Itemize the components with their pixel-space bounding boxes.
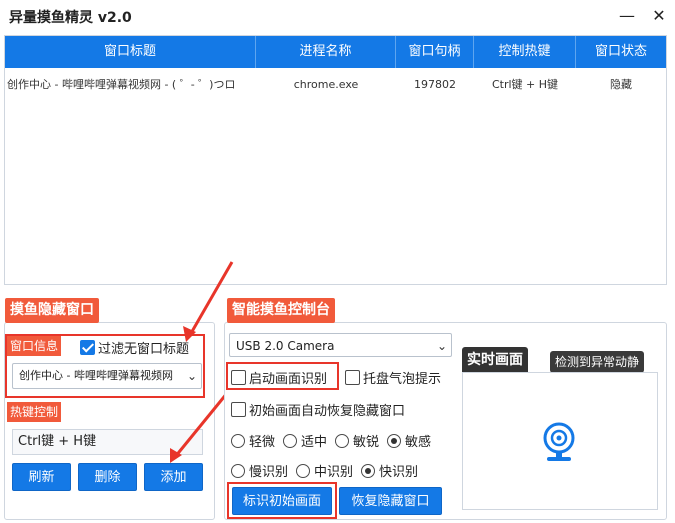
restore-hidden-button[interactable]: 恢复隐藏窗口 (339, 487, 442, 515)
radio-icon[interactable] (335, 433, 350, 448)
cell-window-handle: 197802 (414, 78, 456, 91)
auto-restore-checkbox[interactable]: 初始画面自动恢复隐藏窗口 (231, 400, 405, 419)
speed-option[interactable]: 快识别 (361, 461, 418, 480)
table-row[interactable]: 创作中心 - 哔哩哔哩弹幕视频网 - ( ゜- ゜)つロ chrome.exe … (5, 68, 666, 102)
tray-bubble-checkbox[interactable]: 托盘气泡提示 (345, 368, 441, 387)
add-button[interactable]: 添加 (144, 463, 203, 491)
tray-bubble-label: 托盘气泡提示 (363, 372, 442, 387)
cell-process-name: chrome.exe (293, 78, 359, 91)
motion-detected-label: 检测到异常动静 (550, 351, 645, 373)
sensitivity-option[interactable]: 适中 (283, 431, 327, 450)
cell-status: 隐藏 (610, 78, 632, 91)
close-button[interactable]: ✕ (644, 4, 674, 28)
column-header-title[interactable]: 窗口标题 (5, 36, 256, 68)
window-info-label: 窗口信息 (7, 336, 62, 356)
sensitivity-option[interactable]: 敏感 (387, 431, 431, 450)
hotkey-input[interactable]: Ctrl键 + H键 (12, 429, 203, 455)
start-recognition-label: 启动画面识别 (249, 372, 328, 387)
radio-selected-icon[interactable] (361, 463, 376, 478)
app-window: 异量摸鱼精灵 v2.0 — ✕ 窗口标题 进程名称 窗口句柄 控制热键 窗口状态… (0, 0, 675, 523)
column-header-hotkey[interactable]: 控制热键 (474, 36, 576, 68)
hide-panel-header: 摸鱼隐藏窗口 (5, 298, 99, 323)
checkbox-unchecked-icon[interactable] (231, 402, 246, 417)
control-panel-header: 智能摸鱼控制台 (227, 298, 335, 323)
column-header-handle[interactable]: 窗口句柄 (396, 36, 474, 68)
speed-option[interactable]: 中识别 (296, 461, 353, 480)
window-table[interactable]: 窗口标题 进程名称 窗口句柄 控制热键 窗口状态 创作中心 - 哔哩哔哩弹幕视频… (4, 35, 667, 285)
auto-restore-label: 初始画面自动恢复隐藏窗口 (249, 404, 406, 419)
column-header-status[interactable]: 窗口状态 (576, 36, 666, 68)
title-bar: 异量摸鱼精灵 v2.0 — ✕ (0, 0, 675, 34)
hotkey-control-label: 热键控制 (7, 402, 62, 422)
checkbox-unchecked-icon[interactable] (231, 370, 246, 385)
cell-window-title: 创作中心 - 哔哩哔哩弹幕视频网 - ( ゜- ゜)つロ (7, 78, 236, 91)
table-body: 创作中心 - 哔哩哔哩弹幕视频网 - ( ゜- ゜)つロ chrome.exe … (5, 68, 666, 102)
checkbox-unchecked-icon[interactable] (345, 370, 360, 385)
minimize-button[interactable]: — (612, 4, 642, 28)
chevron-down-icon: ⌄ (436, 339, 447, 353)
camera-select[interactable]: USB 2.0 Camera ⌄ (229, 333, 452, 357)
realtime-preview (462, 372, 658, 510)
sensitivity-option[interactable]: 敏锐 (335, 431, 379, 450)
speed-radio-group: 慢识别 中识别 快识别 (231, 461, 426, 480)
sensitivity-option[interactable]: 轻微 (231, 431, 275, 450)
chevron-down-icon: ⌄ (186, 369, 197, 383)
radio-icon[interactable] (283, 433, 298, 448)
checkbox-checked-icon[interactable] (80, 340, 95, 355)
radio-icon[interactable] (231, 463, 245, 478)
speed-option[interactable]: 慢识别 (231, 461, 288, 480)
filter-untitled-label: 过滤无窗口标题 (98, 342, 190, 357)
mark-initial-frame-button[interactable]: 标识初始画面 (232, 487, 332, 515)
radio-icon[interactable] (296, 463, 311, 478)
window-select[interactable]: 创作中心 - 哔哩哔哩弹幕视频网 ⌄ (12, 363, 202, 389)
sensitivity-radio-group: 轻微 适中 敏锐 敏感 (231, 431, 439, 450)
column-header-process[interactable]: 进程名称 (256, 36, 396, 68)
webcam-icon (543, 422, 575, 461)
refresh-button[interactable]: 刷新 (12, 463, 71, 491)
filter-untitled-checkbox[interactable]: 过滤无窗口标题 (80, 338, 189, 357)
radio-icon[interactable] (231, 433, 245, 448)
app-title: 异量摸鱼精灵 v2.0 (9, 10, 132, 26)
radio-selected-icon[interactable] (387, 433, 402, 448)
camera-select-value: USB 2.0 Camera (236, 339, 335, 353)
delete-button[interactable]: 删除 (78, 463, 137, 491)
table-header: 窗口标题 进程名称 窗口句柄 控制热键 窗口状态 (5, 36, 666, 68)
cell-hotkey: Ctrl键 + H键 (491, 78, 559, 91)
start-recognition-checkbox[interactable]: 启动画面识别 (231, 368, 327, 387)
realtime-view-label: 实时画面 (462, 347, 528, 373)
window-select-value: 创作中心 - 哔哩哔哩弹幕视频网 (19, 369, 173, 382)
